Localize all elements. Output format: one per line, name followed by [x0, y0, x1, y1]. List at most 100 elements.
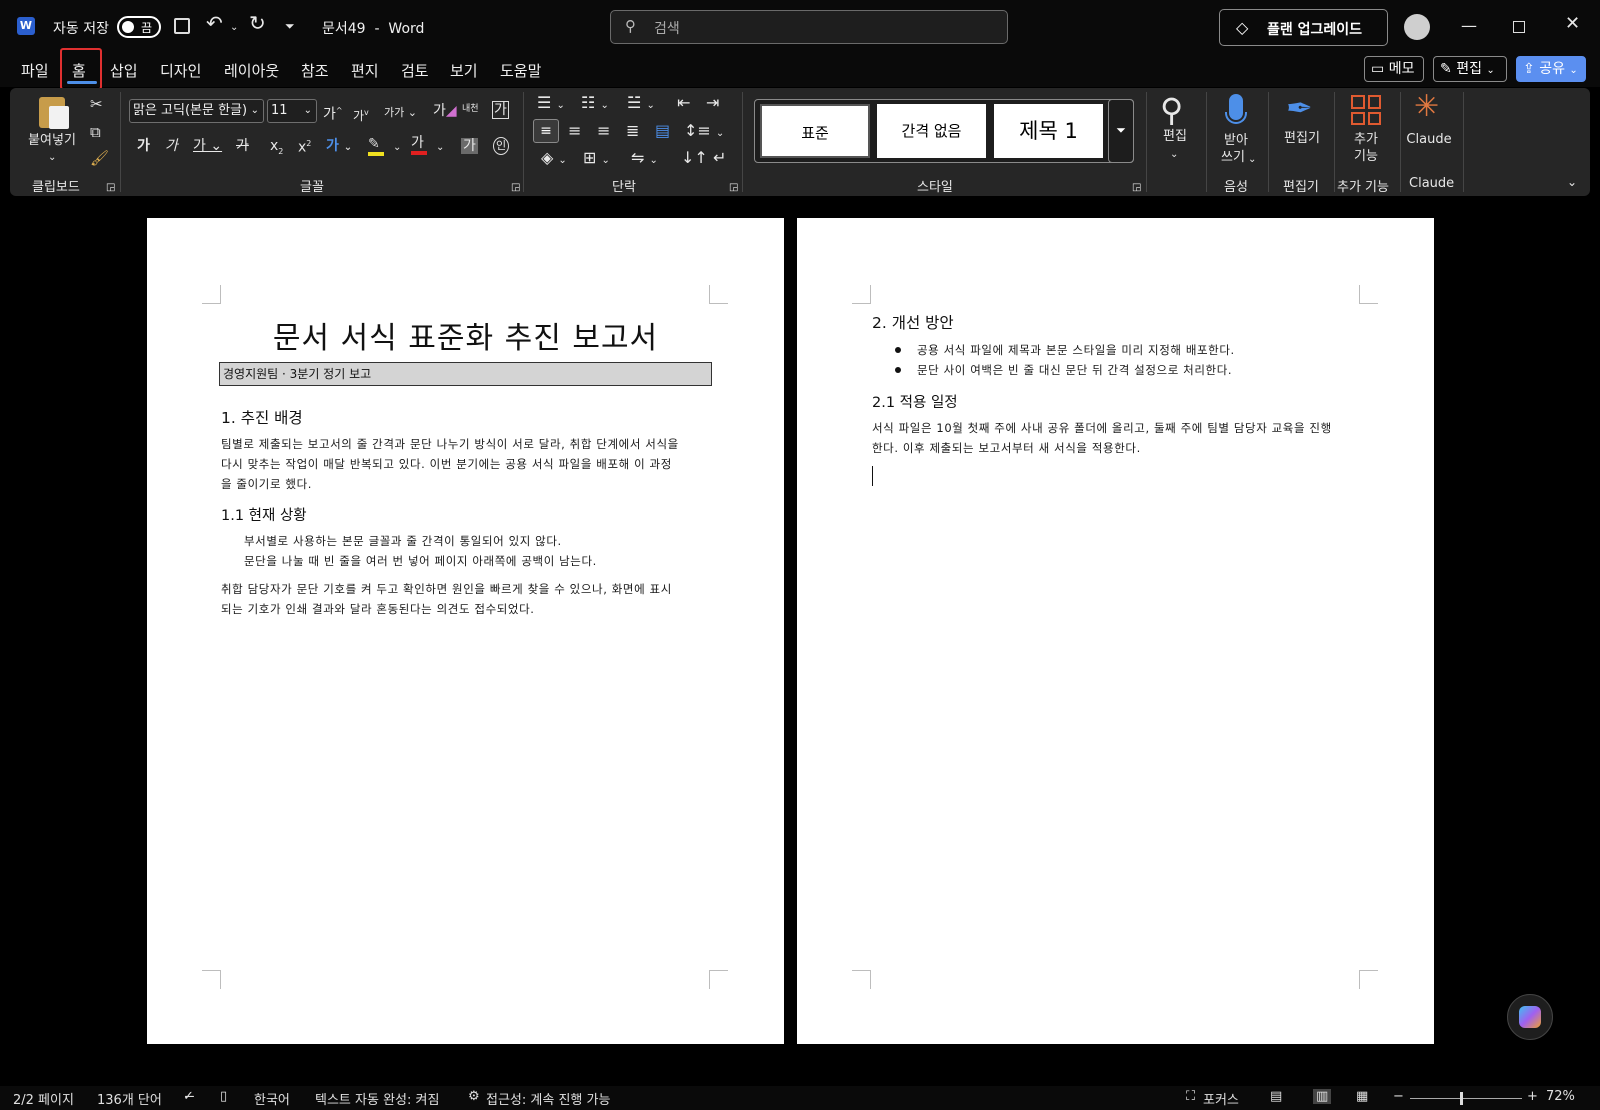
undo-icon[interactable]: ↶	[206, 13, 223, 33]
increase-indent-icon[interactable]: ⇥	[706, 95, 719, 111]
subscript-icon[interactable]: x2	[270, 138, 283, 160]
styles-launcher-icon[interactable]: ◲	[1132, 180, 1141, 196]
styles-more-button[interactable]: ⏷	[1108, 99, 1134, 163]
autosave-toggle[interactable]: 끔	[117, 16, 161, 38]
chevron-down-icon[interactable]: ⌄	[1248, 152, 1256, 168]
clipboard-launcher-icon[interactable]: ◲	[106, 180, 115, 196]
numbering-icon[interactable]: ☷ ⌄	[581, 95, 609, 114]
tab-design[interactable]: 디자인	[160, 60, 201, 81]
collapse-ribbon-icon[interactable]: ⌄	[1567, 174, 1577, 190]
save-icon[interactable]	[174, 18, 190, 34]
zoom-out-icon[interactable]: −	[1393, 1089, 1404, 1104]
sort-icon[interactable]: ↓↑	[681, 150, 708, 166]
minimize-icon[interactable]: —	[1461, 18, 1477, 34]
proofing-icon[interactable]: ✓̶	[183, 1089, 194, 1104]
tab-view[interactable]: 보기	[450, 60, 478, 81]
align-left-icon[interactable]: ≡	[533, 119, 559, 143]
page-count[interactable]: 2/2 페이지	[13, 1089, 74, 1108]
claude-icon[interactable]: ✳	[1414, 90, 1439, 124]
zoom-in-icon[interactable]: +	[1527, 1089, 1538, 1104]
enclose-characters-icon[interactable]: 인	[493, 137, 510, 155]
read-mode-icon[interactable]: ▤	[1270, 1089, 1282, 1104]
add-ins-label-line1[interactable]: 추가	[1348, 131, 1384, 148]
tab-help[interactable]: 도움말	[500, 60, 541, 81]
zoom-slider[interactable]	[1410, 1098, 1522, 1099]
change-case-icon[interactable]: 가가 ⌄	[384, 105, 417, 121]
undo-dropdown-icon[interactable]: ⌄	[230, 20, 238, 36]
character-border-icon[interactable]: 가	[492, 101, 509, 119]
maximize-icon[interactable]	[1513, 21, 1525, 33]
plan-upgrade-button[interactable]: ◇ 플랜 업그레이드	[1219, 9, 1388, 46]
justify-icon[interactable]: ≣	[626, 123, 639, 139]
tab-references[interactable]: 참조	[301, 60, 329, 81]
font-launcher-icon[interactable]: ◲	[511, 180, 520, 196]
memo-button[interactable]: ▭ 메모	[1364, 56, 1424, 82]
copy-icon[interactable]: ⧉	[90, 124, 101, 140]
redo-icon[interactable]: ↻	[249, 13, 266, 33]
font-color-dropdown-icon[interactable]: ⌄	[436, 140, 444, 156]
highlight-color-icon[interactable]: ✎	[368, 136, 384, 156]
editing-label[interactable]: 편집	[1160, 128, 1190, 145]
word-count[interactable]: 136개 단어	[97, 1089, 162, 1108]
align-right-icon[interactable]: ≡	[597, 123, 610, 139]
text-autocomplete-status[interactable]: 텍스트 자동 완성: 켜짐	[315, 1089, 439, 1108]
text-direction-icon[interactable]: ⇋ ⌄	[631, 150, 658, 169]
document-page-2[interactable]: 2. 개선 방안 공용 서식 파일에 제목과 본문 스타일을 미리 지정해 배포…	[797, 218, 1434, 1044]
bullets-icon[interactable]: ☰ ⌄	[537, 95, 565, 114]
add-ins-label-line2[interactable]: 기능	[1348, 148, 1384, 165]
editor-pen-icon[interactable]: ✒	[1286, 90, 1313, 126]
superscript-icon[interactable]: x2	[298, 136, 311, 156]
shading-icon[interactable]: ◈ ⌄	[541, 150, 567, 169]
text-effects-icon[interactable]: 가 ⌄	[326, 138, 352, 156]
show-paragraph-marks-icon[interactable]: ↵	[713, 150, 726, 166]
grow-font-icon[interactable]: 가^	[323, 103, 343, 123]
align-center-icon[interactable]: ≡	[568, 123, 581, 139]
style-heading-1[interactable]: 제목 1	[994, 104, 1103, 158]
style-no-spacing[interactable]: 간격 없음	[877, 104, 986, 158]
paste-dropdown-icon[interactable]: ⌄	[48, 150, 56, 166]
tab-layout[interactable]: 레이아웃	[224, 60, 279, 81]
phonetic-guide-icon[interactable]: 내천	[462, 101, 479, 117]
search-box[interactable]: ⚲ 검색	[610, 10, 1008, 44]
document-page-1[interactable]: 문서 서식 표준화 추진 보고서 경영지원팀 · 3분기 정기 보고 1. 추진…	[147, 218, 784, 1044]
zoom-slider-thumb[interactable]	[1460, 1092, 1463, 1105]
bold-icon[interactable]: 가	[137, 138, 150, 154]
copilot-button[interactable]	[1507, 994, 1553, 1040]
web-layout-icon[interactable]: ▦	[1356, 1089, 1368, 1104]
claude-label[interactable]: Claude	[1406, 131, 1452, 148]
italic-icon[interactable]: 가	[165, 138, 178, 154]
font-size-dropdown[interactable]: 11 ⌄	[267, 99, 317, 123]
tab-mailings[interactable]: 편지	[351, 60, 379, 81]
line-spacing-icon[interactable]: ↕≡ ⌄	[684, 123, 724, 142]
tab-insert[interactable]: 삽입	[110, 60, 138, 81]
zoom-level[interactable]: 72%	[1546, 1089, 1575, 1104]
character-shading-icon[interactable]: 가	[461, 138, 478, 154]
print-layout-icon[interactable]: ▥	[1313, 1089, 1332, 1104]
accessibility-status[interactable]: 접근성: 계속 진행 가능	[486, 1089, 610, 1108]
language[interactable]: 한국어	[254, 1089, 290, 1108]
multilevel-list-icon[interactable]: ☱ ⌄	[627, 95, 655, 114]
clear-formatting-icon[interactable]: 가◢	[433, 103, 457, 119]
borders-icon[interactable]: ⊞ ⌄	[583, 150, 610, 169]
font-color-icon[interactable]: 가	[411, 135, 427, 155]
style-normal[interactable]: 표준	[760, 104, 870, 158]
focus-mode[interactable]: 포커스	[1203, 1089, 1239, 1108]
distributed-icon[interactable]: ▤	[655, 123, 670, 139]
paste-label[interactable]: 붙여넣기	[24, 132, 80, 149]
editor-label[interactable]: 편집기	[1279, 130, 1325, 147]
underline-icon[interactable]: 가 ⌄	[193, 138, 222, 154]
share-button[interactable]: ⇪ 공유 ⌄	[1516, 56, 1586, 82]
tab-file[interactable]: 파일	[21, 60, 49, 81]
strikethrough-icon[interactable]: 가	[236, 138, 249, 154]
close-icon[interactable]: ✕	[1565, 15, 1580, 33]
dictate-label-line2[interactable]: 쓰기	[1216, 149, 1250, 166]
decrease-indent-icon[interactable]: ⇤	[677, 95, 690, 111]
paragraph-launcher-icon[interactable]: ◲	[729, 180, 738, 196]
chevron-down-icon[interactable]: ⌄	[1170, 147, 1178, 163]
reading-mode-icon[interactable]: ▯	[220, 1089, 227, 1104]
editing-mode-button[interactable]: ✎ 편집 ⌄	[1433, 56, 1507, 82]
cut-icon[interactable]: ✂	[90, 96, 103, 112]
find-icon[interactable]: ⚲	[1160, 92, 1183, 128]
highlight-dropdown-icon[interactable]: ⌄	[393, 140, 401, 156]
account-avatar-icon[interactable]	[1404, 14, 1430, 40]
